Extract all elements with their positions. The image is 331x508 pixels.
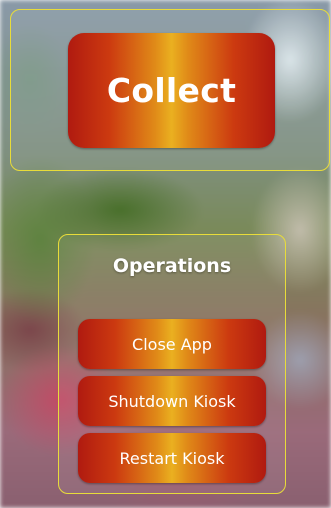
- restart-kiosk-button[interactable]: Restart Kiosk: [78, 433, 266, 483]
- close-app-button[interactable]: Close App: [78, 319, 266, 369]
- operations-title: Operations: [112, 255, 232, 277]
- shutdown-kiosk-button[interactable]: Shutdown Kiosk: [78, 376, 266, 426]
- collect-button[interactable]: Collect: [68, 33, 275, 148]
